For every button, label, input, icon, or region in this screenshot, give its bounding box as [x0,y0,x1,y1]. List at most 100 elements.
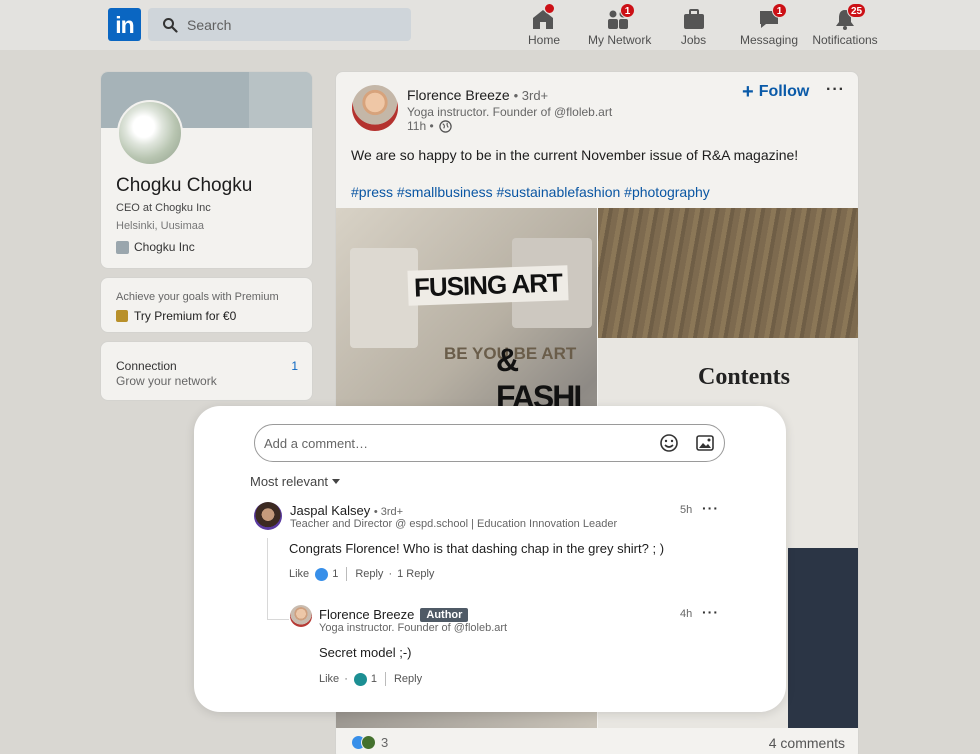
premium-icon [116,310,128,322]
reply-author-avatar[interactable] [290,605,312,627]
comment-more-options-icon[interactable]: ··· [702,500,719,516]
follow-button-label: Follow [758,83,810,100]
comments-count[interactable]: 4 comments [769,735,845,751]
search-icon [163,17,178,33]
reactions-count: 3 [381,735,389,750]
smile-reaction-icon [353,672,367,686]
home-notification-dot [544,3,555,14]
post-author-headline: Yoga instructor. Founder of @floleb.art [407,105,613,119]
reactions-summary[interactable]: 3 [351,735,388,750]
connections-card[interactable]: Connection Grow your network 1 [100,341,313,401]
messaging-badge: 1 [772,3,787,18]
top-navigation: in Home 1 My Network Jobs 1 Messaging [0,0,980,50]
connections-label: Connection [116,359,177,373]
comment-reaction-count[interactable]: 1 [332,568,338,580]
company-logo-icon [116,240,129,254]
nav-jobs[interactable]: Jobs [680,4,707,47]
post-author-avatar[interactable] [352,85,398,131]
comment-text: Congrats Florence! Who is that dashing c… [289,541,665,556]
reply-like-button[interactable]: Like [319,673,339,685]
comments-panel: Most relevant Jaspal Kalsey • 3rd+ Teach… [194,406,786,712]
magazine-contents-title: Contents [698,364,791,390]
reply-author-name[interactable]: Florence Breeze [319,607,414,622]
reply-text: Secret model ;-) [319,645,412,660]
magazine-dark-panel [788,548,858,728]
nav-notifications[interactable]: 25 Notifications [812,3,878,47]
reply-reaction-count[interactable]: 1 [371,673,377,685]
post-text: We are so happy to be in the current Nov… [351,147,799,163]
nav-messaging-label: Messaging [740,33,799,47]
separator-dot: · [388,568,393,580]
support-reaction-icon [361,735,376,750]
like-reaction-icon [315,567,329,581]
linkedin-logo[interactable]: in [108,8,141,41]
reply-reply-button[interactable]: Reply [394,673,422,685]
reply-time: 4h [680,608,693,620]
emoji-icon[interactable] [659,433,679,453]
comment-input[interactable] [264,435,644,451]
profile-company[interactable]: Chogku Inc [116,240,195,254]
divider [384,672,386,686]
author-badge: Author [420,608,469,622]
commenter-name[interactable]: Jaspal Kalsey [290,503,370,518]
premium-cta-label: Try Premium for €0 [134,309,237,323]
reply-author[interactable]: Florence Breeze Author [319,607,469,622]
reply-thread-branch [267,619,289,620]
comment-replies-link[interactable]: 1 Reply [397,568,434,580]
caret-down-icon [332,479,341,484]
magazine-headline: FUSING ART [407,265,569,306]
network-badge: 1 [620,3,635,18]
commenter-avatar[interactable] [254,502,282,530]
nav-home-label: Home [528,33,561,47]
reply-author-headline: Yoga instructor. Founder of @floleb.art [319,622,508,634]
reply-thread-line [267,538,268,620]
comment-time: 5h [680,504,693,516]
post-footer: 3 4 comments [336,730,858,754]
reply-more-options-icon[interactable]: ··· [702,604,719,620]
premium-cta[interactable]: Try Premium for €0 [116,309,236,323]
search-bar[interactable] [148,8,411,41]
profile-name[interactable]: Chogku Chogku [116,175,252,197]
post-author-name[interactable]: Florence Breeze [407,87,510,103]
sort-label: Most relevant [250,474,329,489]
reply-actions: Like · 1 Reply [319,672,422,686]
divider [346,567,348,581]
commenter-degree: • 3rd+ [373,506,404,518]
commenter[interactable]: Jaspal Kalsey • 3rd+ [290,503,403,518]
premium-tagline: Achieve your goals with Premium [116,291,279,303]
search-input[interactable] [187,16,387,33]
separator-dot: · [344,673,348,685]
post-hashtags[interactable]: #press #smallbusiness #sustainablefashio… [351,184,710,200]
post-time-label: 11h • [407,119,434,133]
comment-actions: Like 1 Reply · 1 Reply [289,567,434,581]
briefcase-icon [683,9,704,29]
follow-button[interactable]: + Follow [742,82,809,102]
comment-sort-dropdown[interactable]: Most relevant [250,474,341,489]
comment-reply-button[interactable]: Reply [355,568,383,580]
post-more-options-icon[interactable]: ··· [826,81,845,99]
magazine-headline-2: & FASHI [496,342,582,415]
post-author-degree: • 3rd+ [513,88,549,103]
post-author[interactable]: Florence Breeze • 3rd+ [407,87,548,103]
connections-count: 1 [291,359,298,373]
commenter-headline: Teacher and Director @ espd.school | Edu… [290,518,618,530]
profile-card: Chogku Chogku CEO at Chogku Inc Helsinki… [100,71,313,269]
comment-like-button[interactable]: Like [289,568,309,580]
nav-my-network[interactable]: 1 My Network [588,3,652,47]
notifications-badge: 25 [847,3,867,18]
profile-title: CEO at Chogku Inc [116,202,211,214]
nav-home[interactable]: Home [528,3,561,47]
profile-avatar[interactable] [117,100,183,166]
nav-my-network-label: My Network [588,33,652,47]
globe-icon [438,119,452,133]
image-icon[interactable] [695,433,715,453]
connections-sub: Grow your network [116,374,217,388]
comment-box[interactable] [254,424,725,462]
nav-jobs-label: Jobs [680,33,707,47]
nav-notifications-label: Notifications [812,33,878,47]
profile-location: Helsinki, Uusimaa [116,220,205,232]
nav-messaging[interactable]: 1 Messaging [740,3,799,47]
plus-icon: + [742,81,754,103]
profile-company-label: Chogku Inc [134,240,195,254]
premium-card[interactable]: Achieve your goals with Premium Try Prem… [100,277,313,333]
